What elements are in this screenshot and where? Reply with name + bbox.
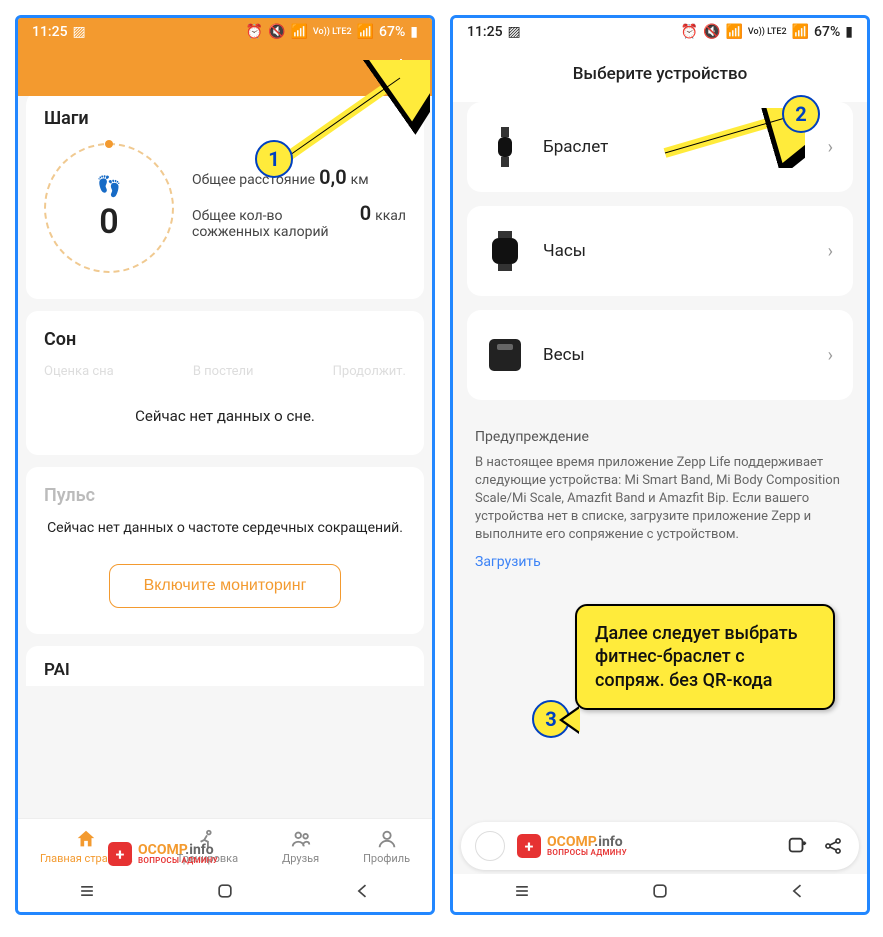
steps-progress-circle: 👣 0 xyxy=(44,143,174,273)
annotation-badge-2: 2 xyxy=(782,95,820,133)
sleep-title: Сон xyxy=(44,329,406,350)
enable-monitoring-button[interactable]: Включите мониторинг xyxy=(109,564,342,608)
recent-apps-button[interactable] xyxy=(512,881,532,905)
battery-text: 67% xyxy=(814,24,840,40)
steps-count: 0 xyxy=(99,202,118,242)
warning-title: Предупреждение xyxy=(475,428,845,448)
status-time: 11:25 xyxy=(467,24,503,40)
nav-profile-label: Профиль xyxy=(363,852,410,865)
device-watch[interactable]: Часы › xyxy=(467,206,853,296)
annotation-arrow-2 xyxy=(645,108,805,168)
sleep-bed-label: В постели xyxy=(193,364,254,379)
sleep-no-data: Сейчас нет данных о сне. xyxy=(44,407,406,425)
mute-icon: 🔇 xyxy=(703,24,720,40)
home-button[interactable] xyxy=(215,881,235,905)
status-bar: 11:25 ▨ ⏰ 🔇 📶 Vo)) LTE2 📶 67% ▮ xyxy=(18,18,432,46)
home-icon xyxy=(75,828,97,850)
add-tab-button[interactable] xyxy=(785,835,809,857)
battery-icon: ▮ xyxy=(410,24,418,40)
band-icon xyxy=(487,124,523,170)
profile-icon xyxy=(376,828,398,850)
image-icon: ▨ xyxy=(73,24,86,40)
share-button[interactable] xyxy=(821,836,845,856)
network-label: Vo)) LTE2 xyxy=(313,27,352,37)
ocomp-plus-icon: + xyxy=(108,842,132,866)
wifi-icon: 📶 xyxy=(290,24,307,40)
status-time: 11:25 xyxy=(32,24,68,40)
watch-icon xyxy=(487,228,523,274)
site-favicon[interactable] xyxy=(475,831,505,861)
device-watch-label: Часы xyxy=(543,241,808,261)
ocomp-watermark: + OCOMP.info ВОПРОСЫ АДМИНУ xyxy=(108,842,218,866)
pulse-card[interactable]: Пульс Сейчас нет данных о частоте сердеч… xyxy=(26,467,424,634)
distance-unit: км xyxy=(351,172,369,188)
browser-bar: + OCOMP.info ВОПРОСЫ АДМИНУ xyxy=(461,822,859,870)
ocomp-sub: ВОПРОСЫ АДМИНУ xyxy=(138,857,218,865)
pai-card[interactable]: PAI xyxy=(26,646,424,686)
chevron-right-icon: › xyxy=(828,137,833,158)
ocomp-plus-icon: + xyxy=(517,834,541,858)
back-button[interactable] xyxy=(353,881,373,905)
signal-icon: 📶 xyxy=(792,24,809,40)
nav-friends[interactable]: Друзья xyxy=(282,828,319,865)
wifi-icon: 📶 xyxy=(725,24,742,40)
mute-icon: 🔇 xyxy=(268,24,285,40)
calories-value: 0 xyxy=(360,201,371,225)
distance-label: Общее расстояние xyxy=(192,172,315,188)
device-scale-label: Весы xyxy=(543,345,808,365)
alarm-icon: ⏰ xyxy=(681,24,698,40)
image-icon: ▨ xyxy=(508,24,521,40)
ocomp-sub: ВОПРОСЫ АДМИНУ xyxy=(547,849,627,857)
battery-text: 67% xyxy=(379,24,405,40)
network-label: Vo)) LTE2 xyxy=(748,27,787,37)
alarm-icon: ⏰ xyxy=(246,24,263,40)
system-nav xyxy=(453,874,867,912)
pulse-no-data: Сейчас нет данных о частоте сердечных со… xyxy=(44,520,406,536)
annotation-arrow-1 xyxy=(280,60,430,170)
sleep-card[interactable]: Сон Оценка сна В постели Продолжит. Сейч… xyxy=(26,311,424,455)
annotation-callout: Далее следует выбрать фитнес-браслет с с… xyxy=(575,604,835,710)
download-link[interactable]: Загрузить xyxy=(475,553,845,573)
status-bar-right: 11:25 ▨ ⏰ 🔇 📶 Vo)) LTE2 📶 67% ▮ xyxy=(453,18,867,46)
pulse-title: Пульс xyxy=(44,485,406,506)
ocomp-watermark: + OCOMP.info ВОПРОСЫ АДМИНУ xyxy=(517,834,773,858)
annotation-badge-1: 1 xyxy=(255,140,293,178)
battery-icon: ▮ xyxy=(845,24,853,40)
scale-icon xyxy=(487,332,523,378)
recent-apps-button[interactable] xyxy=(77,881,97,905)
sleep-score-label: Оценка сна xyxy=(44,364,114,379)
chevron-right-icon: › xyxy=(828,345,833,366)
pai-title: PAI xyxy=(44,660,70,680)
system-nav xyxy=(18,874,432,912)
signal-icon: 📶 xyxy=(357,24,374,40)
bottom-nav: Главная страница Тренировка Друзья Профи… xyxy=(18,818,432,874)
calories-label: Общее кол-во сожженных калорий xyxy=(192,208,356,240)
warning-text: В настоящее время приложение Zepp Life п… xyxy=(475,454,845,545)
warning-block: Предупреждение В настоящее время приложе… xyxy=(453,414,867,586)
chevron-right-icon: › xyxy=(828,241,833,262)
back-button[interactable] xyxy=(788,881,808,905)
footsteps-icon: 👣 xyxy=(97,174,122,198)
device-scale[interactable]: Весы › xyxy=(467,310,853,400)
friends-icon xyxy=(290,828,312,850)
nav-friends-label: Друзья xyxy=(282,852,319,865)
nav-profile[interactable]: Профиль xyxy=(363,828,410,865)
home-button[interactable] xyxy=(650,881,670,905)
sleep-duration-label: Продолжит. xyxy=(333,364,406,379)
calories-unit: ккал xyxy=(375,208,406,224)
select-device-title: Выберите устройство xyxy=(453,46,867,102)
